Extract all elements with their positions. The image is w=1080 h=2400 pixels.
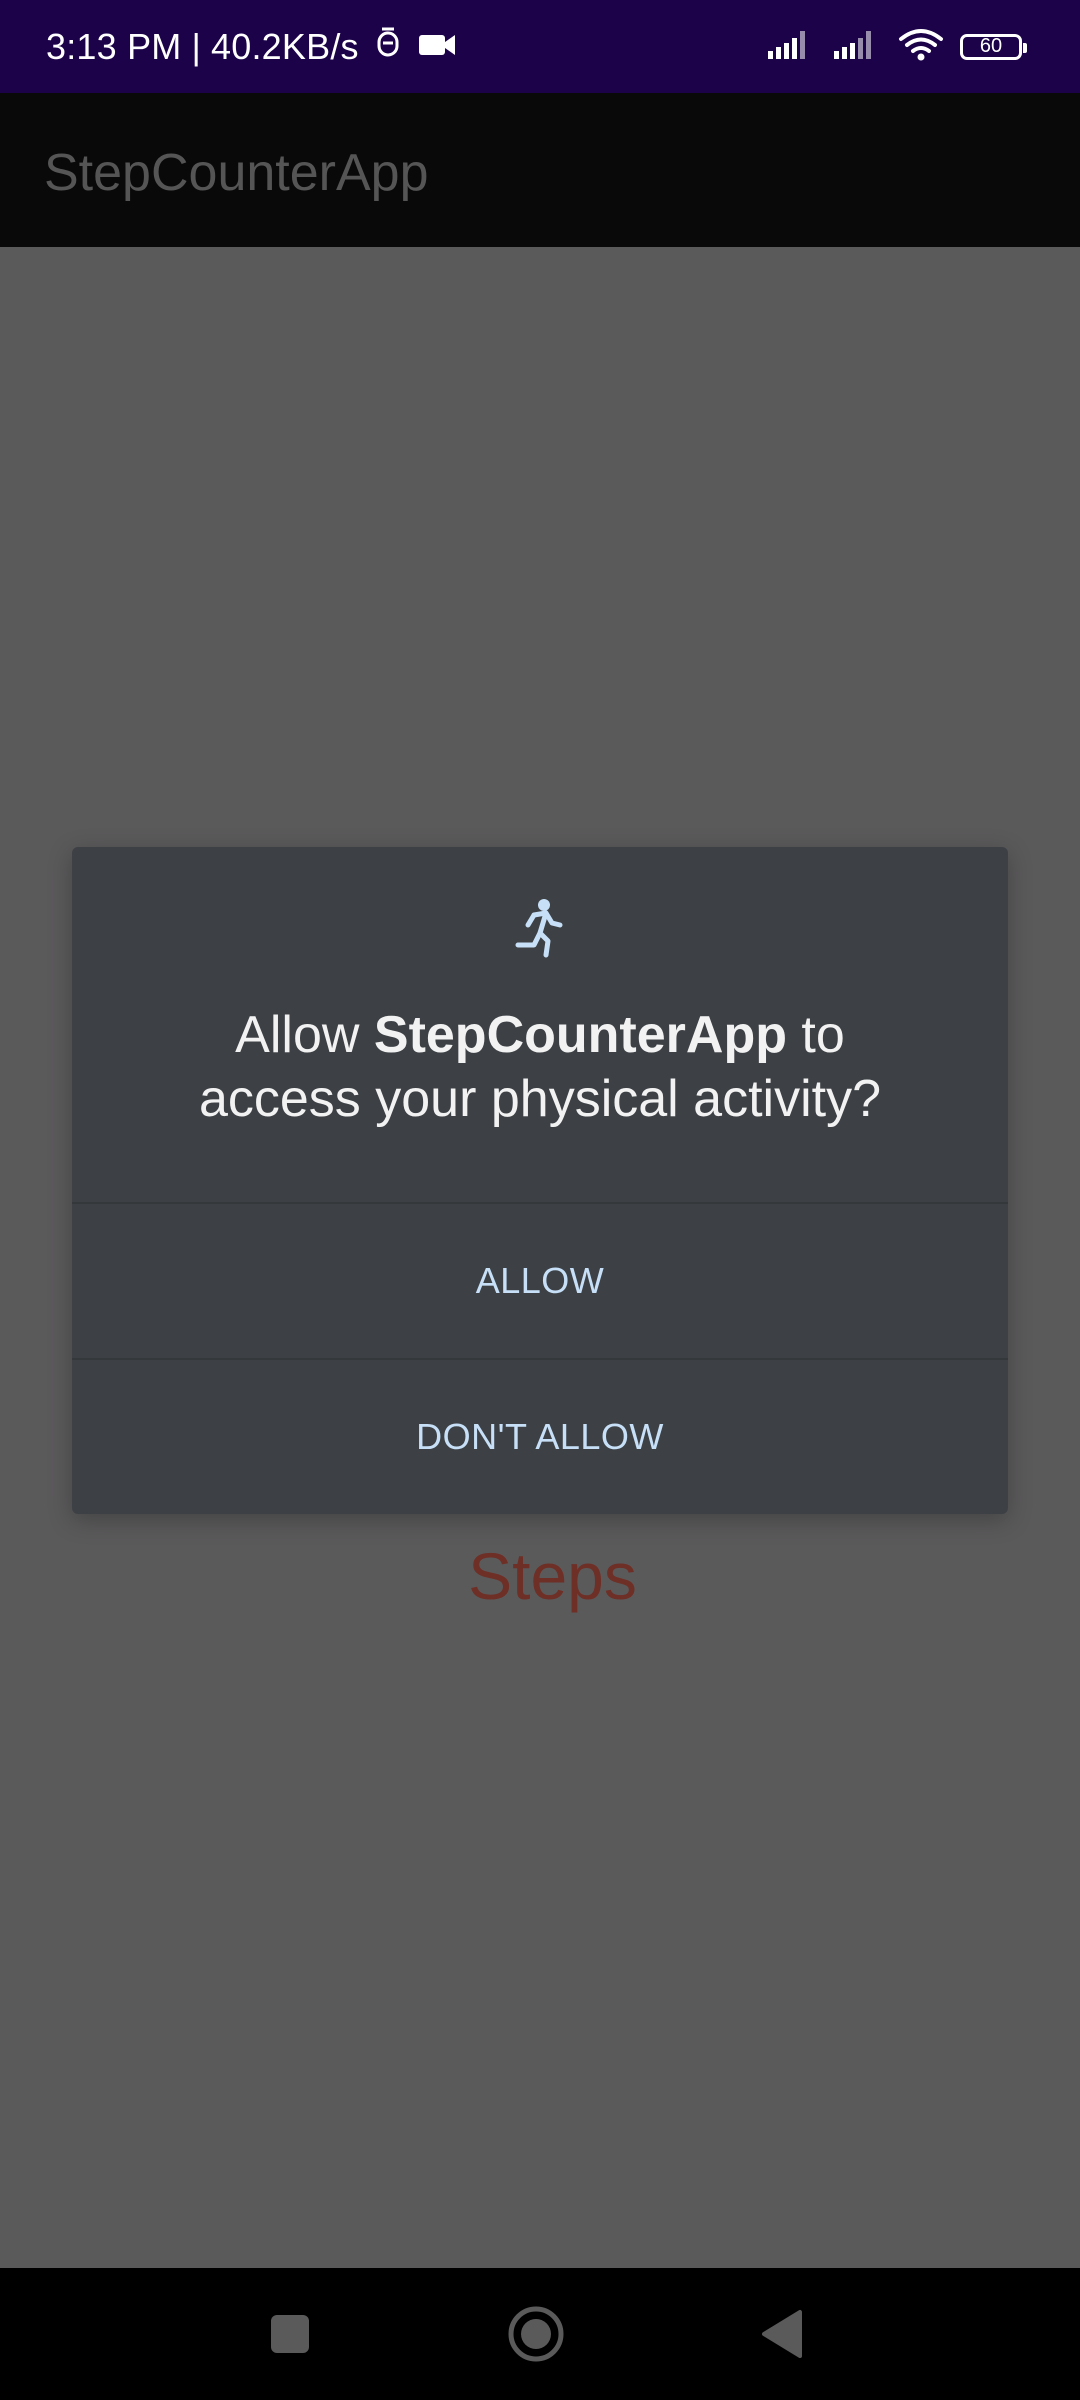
status-separator: | [191,25,202,67]
battery-icon: 60 [960,33,1027,60]
signal-icon [832,27,882,66]
status-left: 3:13 PM | 40.2KB/s [46,0,457,93]
dialog-title-prefix: Allow [235,1006,374,1064]
dialog-title-mid: to [786,1006,845,1064]
allow-button[interactable]: ALLOW [72,1204,1008,1358]
recents-square-icon [271,2315,309,2353]
status-right: 60 [766,0,1027,93]
running-icon [512,897,568,959]
status-network-speed: 40.2KB/s [211,25,359,67]
recents-button[interactable] [230,2268,350,2400]
steps-label: Steps [468,1539,637,1613]
dialog-title-suffix: access your physical activity? [198,1070,882,1128]
home-button[interactable] [476,2268,596,2400]
dont-allow-button[interactable]: DON'T ALLOW [72,1360,1008,1514]
status-time: 3:13 PM [46,25,182,67]
dialog-title-app: StepCounterApp [373,1006,787,1064]
dialog-title: Allow StepCounterApp to access your phys… [112,1003,968,1131]
app-bar: StepCounterApp [0,93,1080,247]
wifi-icon [898,27,944,66]
home-circle-icon [508,2306,564,2362]
battery-level: 60 [979,35,1003,57]
permission-dialog: Allow StepCounterApp to access your phys… [72,847,1008,1514]
navigation-bar [0,2268,1080,2400]
back-button[interactable] [722,2268,842,2400]
signal-icon [766,27,816,66]
alarm-icon [375,25,401,68]
back-triangle-icon [762,2310,802,2358]
app-title: StepCounterApp [44,144,429,202]
status-bar: 3:13 PM | 40.2KB/s 60 [0,0,1080,93]
video-camera-icon [417,26,457,68]
